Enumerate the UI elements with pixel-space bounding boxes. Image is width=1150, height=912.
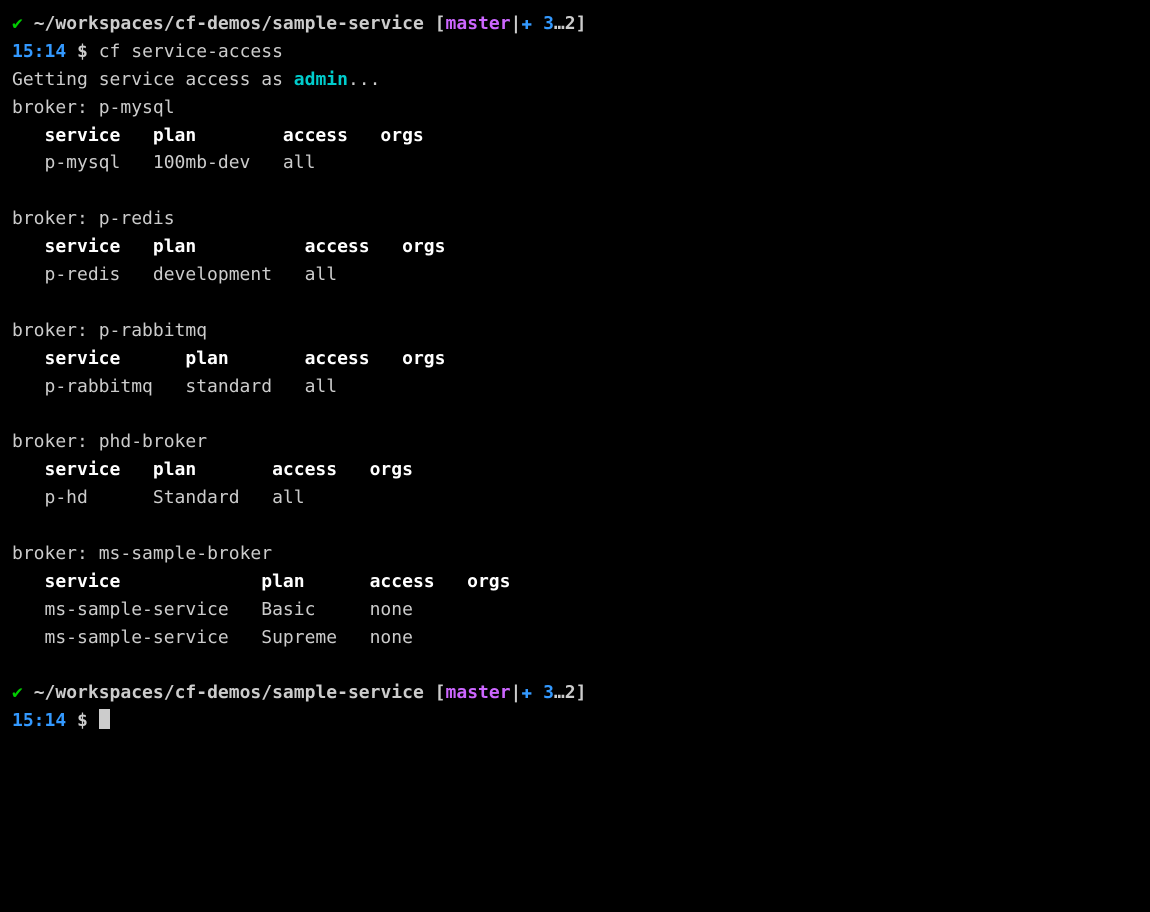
- col-header-access: access: [370, 568, 468, 596]
- plus-icon: ✚: [521, 13, 532, 34]
- cell-access: all: [272, 484, 370, 512]
- table-row: p-rabbitmqstandardall: [12, 373, 1138, 401]
- prompt-line-1: ✔ ~/workspaces/cf-demos/sample-service […: [12, 10, 1138, 38]
- blank-line: [12, 177, 1138, 205]
- working-directory: ~/workspaces/cf-demos/sample-service: [34, 682, 424, 703]
- col-header-service: service: [45, 456, 153, 484]
- table-header-row: serviceplanaccessorgs: [12, 456, 1138, 484]
- git-branch: master: [446, 682, 511, 703]
- cell-service: p-mysql: [45, 149, 153, 177]
- prompt-time: 15:14: [12, 41, 66, 62]
- cell-service: ms-sample-service: [45, 624, 262, 652]
- bracket-close: ]: [576, 13, 587, 34]
- bracket-close: ]: [576, 682, 587, 703]
- cursor-icon[interactable]: [99, 709, 110, 729]
- broker-name: broker: p-mysql: [12, 97, 175, 118]
- col-header-service: service: [45, 122, 153, 150]
- col-header-access: access: [272, 456, 370, 484]
- col-header-orgs: orgs: [380, 122, 467, 150]
- col-header-orgs: orgs: [402, 345, 489, 373]
- table-row: p-redisdevelopmentall: [12, 261, 1138, 289]
- col-header-access: access: [283, 122, 381, 150]
- table-row: ms-sample-serviceBasicnone: [12, 596, 1138, 624]
- working-directory: ~/workspaces/cf-demos/sample-service: [34, 13, 424, 34]
- cell-service: p-hd: [45, 484, 153, 512]
- blank-line: [12, 400, 1138, 428]
- col-header-orgs: orgs: [402, 233, 489, 261]
- prompt-line-1: ✔ ~/workspaces/cf-demos/sample-service […: [12, 679, 1138, 707]
- col-header-orgs: orgs: [370, 456, 457, 484]
- cell-access: all: [283, 149, 381, 177]
- prompt-dollar: $: [77, 41, 88, 62]
- cell-plan: standard: [185, 373, 304, 401]
- cell-plan: Basic: [261, 596, 369, 624]
- dots-separator: …: [554, 682, 565, 703]
- check-icon: ✔: [12, 682, 23, 703]
- cell-plan: Standard: [153, 484, 272, 512]
- blank-line: [12, 512, 1138, 540]
- git-behind-count: 2: [565, 682, 576, 703]
- cell-access: none: [370, 596, 468, 624]
- bracket-open: [: [435, 13, 446, 34]
- check-icon: ✔: [12, 13, 23, 34]
- col-header-access: access: [305, 345, 403, 373]
- cell-service: p-rabbitmq: [45, 373, 186, 401]
- cell-access: all: [305, 373, 403, 401]
- broker-name: broker: p-rabbitmq: [12, 320, 207, 341]
- cell-plan: development: [153, 261, 305, 289]
- col-header-plan: plan: [185, 345, 304, 373]
- blank-line: [12, 289, 1138, 317]
- col-header-plan: plan: [153, 122, 283, 150]
- col-header-plan: plan: [261, 568, 369, 596]
- cell-access: all: [305, 261, 403, 289]
- cell-plan: 100mb-dev: [153, 149, 283, 177]
- git-ahead-count: 3: [543, 13, 554, 34]
- col-header-plan: plan: [153, 233, 305, 261]
- dots-separator: …: [554, 13, 565, 34]
- cell-service: p-redis: [45, 261, 153, 289]
- plus-icon: ✚: [521, 682, 532, 703]
- git-branch: master: [446, 13, 511, 34]
- status-prefix: Getting service access as: [12, 69, 294, 90]
- prompt-line-2: 15:14 $ cf service-access: [12, 38, 1138, 66]
- cell-service: ms-sample-service: [45, 596, 262, 624]
- table-header-row: serviceplanaccessorgs: [12, 122, 1138, 150]
- pipe-separator: |: [511, 13, 522, 34]
- blank-line: [12, 651, 1138, 679]
- table-row: p-mysql100mb-devall: [12, 149, 1138, 177]
- prompt-line-2: 15:14 $: [12, 707, 1138, 735]
- prompt-dollar: $: [77, 710, 88, 731]
- prompt-time: 15:14: [12, 710, 66, 731]
- broker-name: broker: phd-broker: [12, 431, 207, 452]
- status-line: Getting service access as admin...: [12, 66, 1138, 94]
- cell-plan: Supreme: [261, 624, 369, 652]
- cell-access: none: [370, 624, 468, 652]
- table-row: ms-sample-serviceSupremenone: [12, 624, 1138, 652]
- col-header-plan: plan: [153, 456, 272, 484]
- col-header-service: service: [45, 345, 186, 373]
- table-header-row: serviceplanaccessorgs: [12, 568, 1138, 596]
- pipe-separator: |: [511, 682, 522, 703]
- git-ahead-count: 3: [543, 682, 554, 703]
- broker-name: broker: ms-sample-broker: [12, 543, 272, 564]
- broker-name: broker: p-redis: [12, 208, 175, 229]
- col-header-orgs: orgs: [467, 568, 554, 596]
- broker-heading: broker: phd-broker: [12, 428, 1138, 456]
- table-header-row: serviceplanaccessorgs: [12, 233, 1138, 261]
- col-header-service: service: [45, 568, 262, 596]
- col-header-access: access: [305, 233, 403, 261]
- broker-heading: broker: p-rabbitmq: [12, 317, 1138, 345]
- command-text: cf service-access: [99, 41, 283, 62]
- table-row: p-hdStandardall: [12, 484, 1138, 512]
- broker-heading: broker: ms-sample-broker: [12, 540, 1138, 568]
- broker-heading: broker: p-redis: [12, 205, 1138, 233]
- bracket-open: [: [435, 682, 446, 703]
- status-suffix: ...: [348, 69, 381, 90]
- status-user: admin: [294, 69, 348, 90]
- git-behind-count: 2: [565, 13, 576, 34]
- table-header-row: serviceplanaccessorgs: [12, 345, 1138, 373]
- col-header-service: service: [45, 233, 153, 261]
- terminal-output[interactable]: ✔ ~/workspaces/cf-demos/sample-service […: [12, 10, 1138, 735]
- broker-heading: broker: p-mysql: [12, 94, 1138, 122]
